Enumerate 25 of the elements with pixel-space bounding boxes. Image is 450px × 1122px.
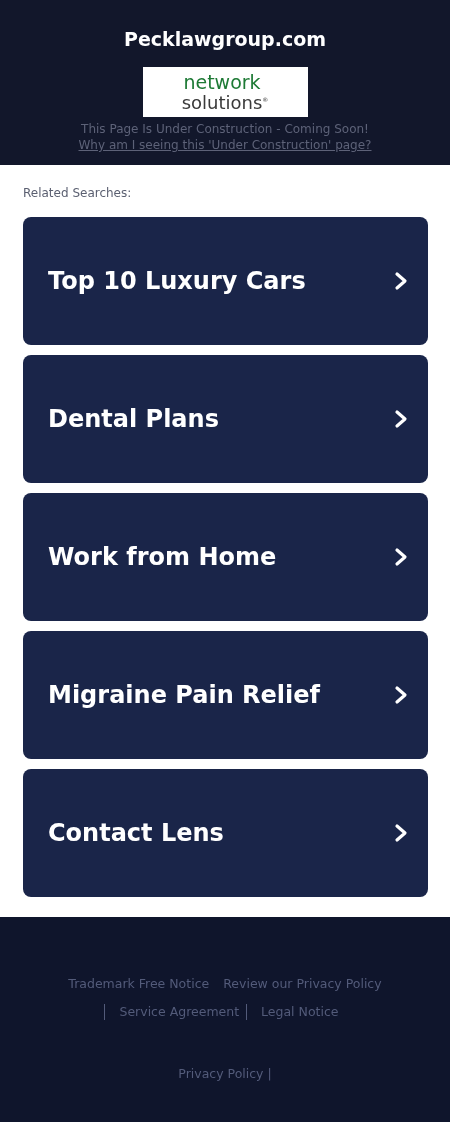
search-link-card[interactable]: Contact Lens bbox=[23, 769, 428, 897]
chevron-right-icon bbox=[394, 685, 408, 705]
search-link-card[interactable]: Work from Home bbox=[23, 493, 428, 621]
search-link-label: Work from Home bbox=[48, 543, 277, 571]
footer-link[interactable]: Privacy Policy | bbox=[0, 1066, 450, 1081]
chevron-right-icon bbox=[394, 271, 408, 291]
chevron-right-icon bbox=[394, 547, 408, 567]
footer-link[interactable]: Review our Privacy Policy bbox=[216, 976, 389, 992]
footer-link[interactable]: Service Agreement bbox=[104, 1004, 247, 1020]
search-link-card[interactable]: Top 10 Luxury Cars bbox=[23, 217, 428, 345]
search-link-label: Top 10 Luxury Cars bbox=[48, 267, 306, 295]
search-link-label: Contact Lens bbox=[48, 819, 224, 847]
notice-text: This Page Is Under Construction - Coming Soon! bbox=[81, 122, 369, 137]
search-link-label: Migraine Pain Relief bbox=[48, 681, 320, 709]
site-title: Pecklawgroup.com bbox=[123, 27, 327, 51]
search-link-card[interactable]: Dental Plans bbox=[23, 355, 428, 483]
logo: network solutions$^{®}$ bbox=[142, 67, 308, 117]
search-link-card[interactable]: Migraine Pain Relief bbox=[23, 631, 428, 759]
chevron-right-icon bbox=[394, 409, 408, 429]
footer-link[interactable]: Legal Notice bbox=[246, 1004, 346, 1020]
related-heading: Related Searches: bbox=[23, 185, 133, 201]
chevron-right-icon bbox=[394, 823, 408, 843]
why-link[interactable]: Why am I seeing this 'Under Construction' page? bbox=[78, 137, 372, 153]
search-link-label: Dental Plans bbox=[48, 405, 219, 433]
footer-link[interactable]: Trademark Free Notice bbox=[61, 976, 217, 992]
